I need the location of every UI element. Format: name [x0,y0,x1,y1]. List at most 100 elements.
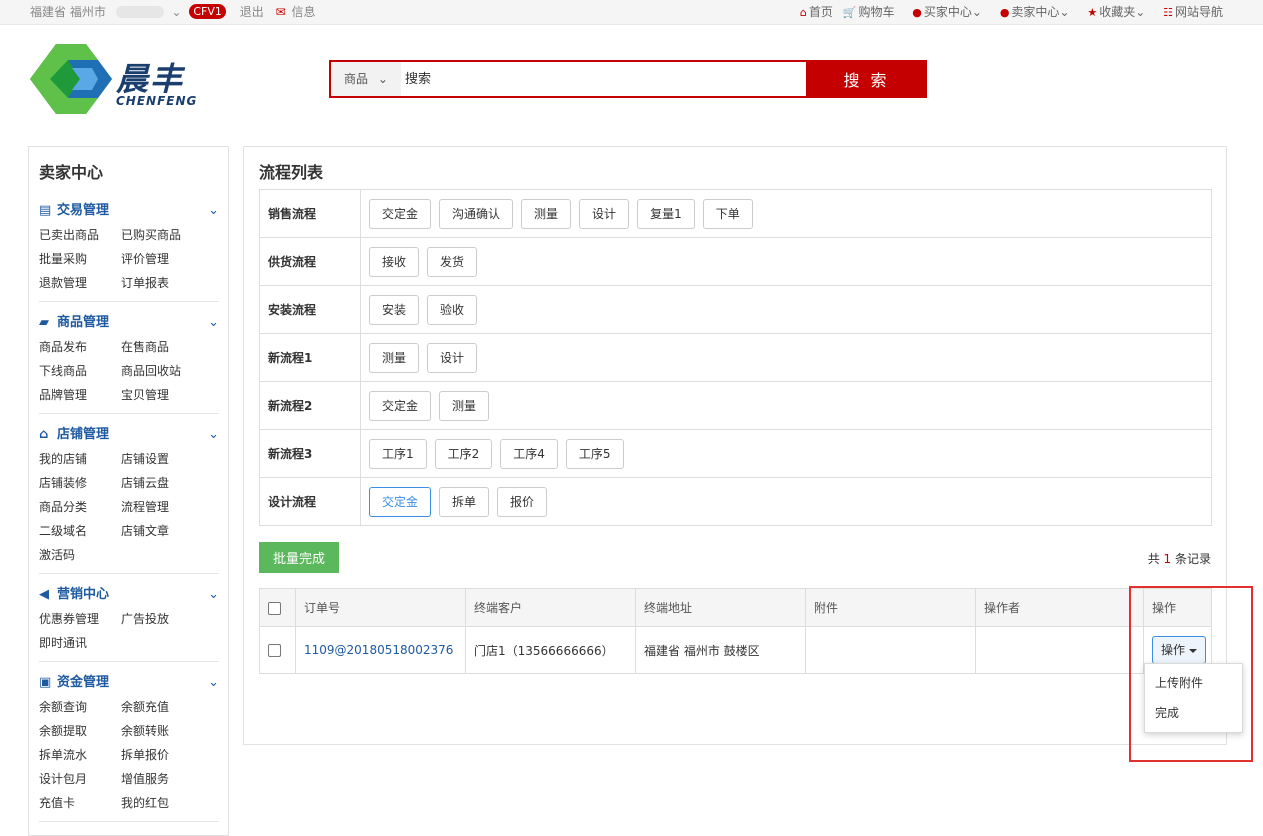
sidebar-item[interactable]: 已卖出商品 [39,223,121,247]
flow-step-button[interactable]: 接收 [369,246,420,277]
sidebar-item[interactable]: 商品分类 [39,495,121,519]
flow-step-button[interactable]: 测量 [439,390,490,421]
flow-step-button[interactable]: 报价 [497,486,548,517]
sidebar-item[interactable]: 即时通讯 [39,631,121,655]
flow-row: 新流程2 交定金 测量 [259,381,1212,430]
sidebar-item[interactable]: 批量采购 [39,247,121,271]
list-icon: ☷ [1163,6,1173,19]
search-button[interactable]: 搜 索 [806,60,927,98]
flow-step-button[interactable]: 设计 [579,198,630,229]
sidebar-item[interactable]: 流程管理 [121,495,203,519]
flow-table: 销售流程 交定金 沟通确认 测量 设计 复量1 下单 供货流程 接收 发货 安装流程 安装验… [259,189,1212,526]
sidebar-item[interactable]: 增值服务 [121,767,203,791]
attachment-cell [805,626,976,674]
record-count: 共 1 条记录 [1148,550,1211,567]
sidebar-section-header[interactable]: ▣ 资金管理 ⌄ [39,673,219,693]
flow-step-button[interactable]: 下单 [702,198,753,229]
sidebar-item[interactable]: 优惠券管理 [39,607,121,631]
sidebar-section-marketing: ◀ 营销中心 ⌄ 优惠券管理 广告投放 即时通讯 [39,585,219,655]
seller-center-menu[interactable]: ● 卖家中心⌄ [1000,0,1070,25]
record-suffix: 条记录 [1171,552,1211,566]
sidebar-item[interactable]: 余额转账 [121,719,203,743]
sidebar-item[interactable]: 余额查询 [39,695,121,719]
sidebar-item[interactable]: 评价管理 [121,247,203,271]
sidebar-section-header[interactable]: ⌂ 店铺管理 ⌄ [39,425,219,445]
sidebar-item[interactable]: 二级域名 [39,519,121,543]
flow-step-button[interactable]: 测量 [521,198,572,229]
flow-step-button[interactable]: 拆单 [439,486,490,517]
sidebar-item[interactable]: 设计包月 [39,767,121,791]
sidebar-item[interactable]: 店铺装修 [39,471,121,495]
flow-step-button[interactable]: 工序5 [565,438,624,469]
select-all-checkbox[interactable] [268,601,281,615]
star-icon: ★ [1087,6,1098,19]
flow-step-button[interactable]: 测量 [369,342,420,373]
flow-steps: 接收 发货 [360,237,1212,286]
user-icon: ● [999,6,1010,19]
sidebar-item[interactable]: 充值卡 [39,791,121,815]
cart-link[interactable]: 🛒 购物车 [843,0,895,25]
location-text[interactable]: 福建省 福州市 [30,0,106,24]
sidebar-item[interactable]: 我的店铺 [39,447,121,471]
sidebar-item[interactable]: 宝贝管理 [121,383,203,407]
sidebar-item[interactable]: 余额提取 [39,719,121,743]
sidebar-item[interactable]: 拆单流水 [39,743,121,767]
search-category-select[interactable]: 商品 ⌄ [331,62,401,96]
logout-link[interactable]: 退出 [240,0,264,24]
flow-step-button[interactable]: 交定金 [369,390,432,421]
sidebar-item[interactable]: 退款管理 [39,271,121,295]
section-title: 店铺管理 [57,427,110,442]
order-number-link[interactable]: 1109@20180518002376 [304,643,453,657]
sidebar-item[interactable]: 商品发布 [39,335,121,359]
flow-steps: 交定金 沟通确认 测量 设计 复量1 下单 [360,189,1212,238]
flow-step-button[interactable]: 发货 [427,246,478,277]
search-category-label: 商品 [344,72,369,86]
sidebar-item[interactable]: 下线商品 [39,359,121,383]
flow-step-button[interactable]: 工序1 [369,438,427,469]
home-link[interactable]: ⌂ 首页 [800,0,833,25]
home-label: 首页 [808,5,833,19]
search-input[interactable] [405,62,805,96]
sidebar-item[interactable]: 店铺云盘 [121,471,203,495]
menu-item-upload-attachment[interactable]: 上传附件 [1145,668,1242,698]
sidebar-section-goods: ▰ 商品管理 ⌄ 商品发布 在售商品 下线商品 商品回收站 品牌管理 宝贝管理 [39,313,219,407]
flow-step-button[interactable]: 工序4 [500,438,558,469]
flow-step-button-active[interactable]: 交定金 [369,486,432,517]
site-logo[interactable]: 晨丰 CHENFENG [28,42,228,116]
user-badge[interactable]: CFV1 [189,4,226,19]
favorites-menu[interactable]: ★ 收藏夹⌄ [1087,0,1145,25]
sidebar-item[interactable]: 店铺设置 [121,447,203,471]
sidebar-item[interactable]: 品牌管理 [39,383,121,407]
message-link[interactable]: 信息 [291,0,315,24]
batch-complete-button[interactable]: 批量完成 [259,542,339,573]
flow-step-button[interactable]: 设计 [427,342,478,373]
flow-step-button[interactable]: 复量1 [637,198,695,229]
sidebar-item[interactable]: 店铺文章 [121,519,203,543]
row-checkbox[interactable] [268,644,281,657]
sidebar-item[interactable]: 我的红包 [121,791,203,815]
sidebar-item[interactable]: 在售商品 [121,335,203,359]
sidebar-item[interactable]: 拆单报价 [121,743,203,767]
sidebar-section-header[interactable]: ▰ 商品管理 ⌄ [39,313,219,333]
section-title: 交易管理 [57,203,110,218]
sidebar-item[interactable]: 商品回收站 [121,359,203,383]
sidebar-item[interactable]: 广告投放 [121,607,203,631]
flow-row: 供货流程 接收 发货 [259,237,1212,286]
sidebar-item[interactable]: 已购买商品 [121,223,203,247]
flow-step-button[interactable]: 安装 [369,294,420,325]
sidebar-section-header[interactable]: ◀ 营销中心 ⌄ [39,585,219,605]
sidebar-section-header[interactable]: ▤ 交易管理 ⌄ [39,201,219,221]
flow-step-button[interactable]: 工序2 [434,438,493,469]
menu-item-complete[interactable]: 完成 [1145,698,1242,728]
sidebar-item[interactable]: 订单报表 [121,271,203,295]
chevron-down-icon[interactable]: ⌄ [171,0,181,24]
flow-name: 新流程2 [259,381,361,430]
sidebar-item[interactable]: 余额充值 [121,695,203,719]
flow-step-button[interactable]: 沟通确认 [439,198,514,229]
buyer-center-menu[interactable]: ● 买家中心⌄ [912,0,982,25]
site-nav-link[interactable]: ☷ 网站导航 [1163,0,1223,25]
flow-step-button[interactable]: 验收 [427,294,478,325]
sidebar-item[interactable]: 激活码 [39,543,121,567]
flow-step-button[interactable]: 交定金 [369,198,432,229]
action-dropdown-button[interactable]: 操作 [1152,636,1207,664]
